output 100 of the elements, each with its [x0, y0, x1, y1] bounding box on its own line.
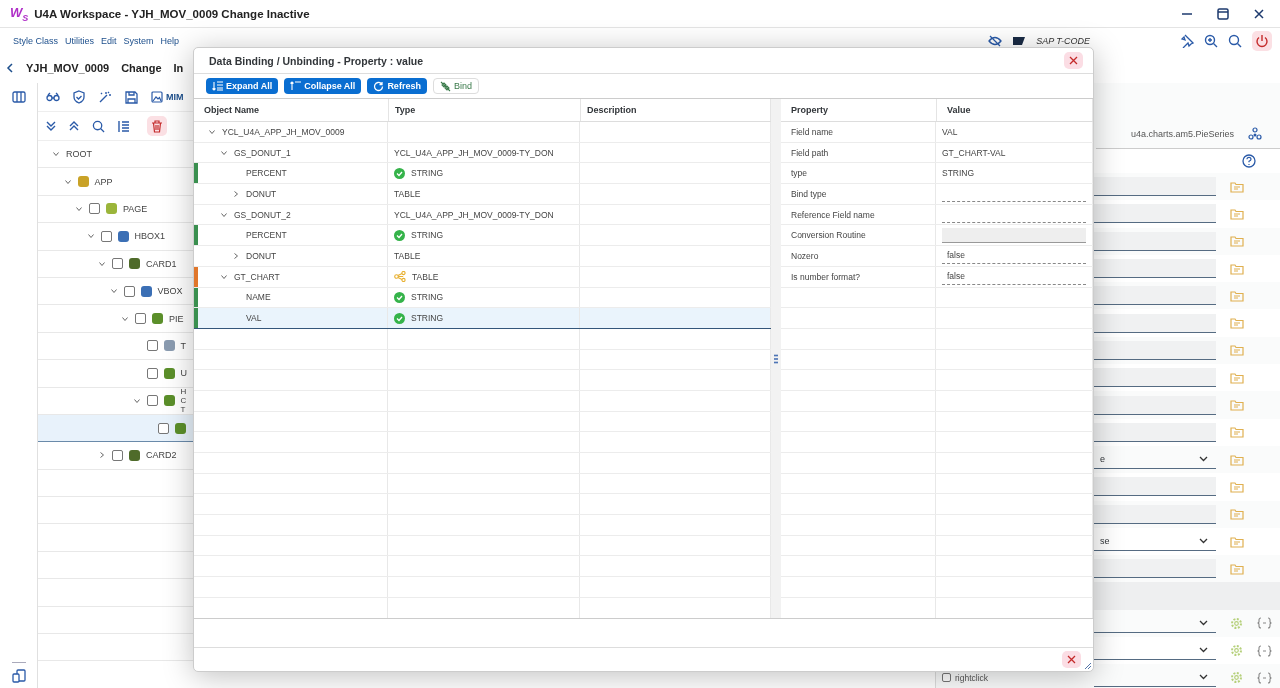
expand-button[interactable]: Expand All — [206, 78, 279, 94]
checkbox[interactable] — [146, 395, 158, 407]
checkbox[interactable] — [123, 285, 135, 297]
checkbox[interactable] — [146, 367, 158, 379]
pin-icon[interactable] — [1180, 33, 1194, 48]
chevron-down-icon[interactable] — [109, 287, 118, 296]
checkbox[interactable] — [89, 203, 100, 215]
checkbox[interactable] — [112, 258, 123, 270]
close-button[interactable] — [1062, 651, 1081, 668]
chevron-down-icon[interactable] — [132, 396, 141, 405]
input-field[interactable] — [1094, 422, 1216, 442]
magic-wand-icon[interactable] — [98, 90, 112, 104]
table-row[interactable]: PERCENT STRING — [194, 163, 771, 185]
tree-label: CARD2 — [146, 450, 177, 461]
close-icon[interactable] — [1252, 6, 1266, 21]
glasses-icon[interactable] — [46, 92, 60, 102]
input-field[interactable] — [1094, 395, 1216, 415]
columns-icon[interactable] — [11, 91, 26, 103]
input-field[interactable] — [1094, 204, 1216, 224]
input-field[interactable] — [1094, 477, 1216, 497]
table-row[interactable]: DONUT TABLE — [194, 184, 771, 205]
hidden-eye-icon[interactable] — [988, 34, 1003, 47]
tree-label: HBOX1 — [134, 231, 165, 242]
table-row[interactable]: GS_DONUT_1 YCL_U4A_APP_JH_MOV_0009-TY_DON — [194, 142, 771, 164]
list-tree-icon[interactable] — [118, 119, 130, 133]
app-logo: W$_{S}$ — [10, 4, 29, 23]
chevron-down-icon[interactable] — [220, 148, 228, 157]
collapse-all-icon[interactable] — [69, 120, 79, 132]
power-button[interactable] — [1252, 30, 1272, 51]
input-field[interactable] — [1094, 368, 1216, 388]
input-field[interactable] — [1094, 559, 1216, 579]
checkbox[interactable] — [942, 673, 951, 683]
menu-item[interactable]: Style Class — [13, 35, 58, 46]
save-icon[interactable] — [125, 90, 138, 104]
chevron-down-icon[interactable] — [75, 204, 83, 213]
chevron-down-icon[interactable] — [63, 177, 72, 186]
chevron-down-icon[interactable] — [52, 150, 60, 159]
search-icon[interactable] — [1228, 33, 1242, 48]
chevron-down-icon[interactable] — [220, 272, 228, 281]
chevron-right-icon[interactable] — [232, 189, 240, 198]
devices-icon[interactable] — [11, 662, 26, 683]
tcode-label: SAP T-CODE — [1036, 35, 1090, 46]
checkbox[interactable] — [112, 450, 123, 461]
chevron-right-icon[interactable] — [232, 251, 240, 260]
braces-icon[interactable] — [1257, 617, 1272, 630]
object-name: GS_DONUT_2 — [234, 209, 291, 220]
table-row[interactable]: PERCENT STRING — [194, 225, 771, 247]
input-field[interactable] — [1094, 286, 1216, 306]
help-icon[interactable] — [1242, 154, 1256, 168]
shield-icon[interactable] — [73, 90, 85, 104]
tree-label: U — [180, 368, 187, 379]
mime-button[interactable]: MIM — [151, 91, 184, 103]
zoom-in-icon[interactable] — [1204, 33, 1218, 48]
checkbox[interactable] — [146, 340, 158, 352]
input-field[interactable] — [1094, 231, 1216, 251]
search-icon[interactable] — [92, 119, 105, 133]
maximize-icon[interactable] — [1216, 6, 1230, 21]
table-row[interactable]: YCL_U4A_APP_JH_MOV_0009 — [194, 122, 771, 143]
input-field[interactable] — [1094, 340, 1216, 360]
property-name: Bind type — [791, 188, 827, 199]
collapse-button[interactable]: Collapse All — [284, 78, 362, 94]
check-circle-icon — [394, 167, 405, 179]
property-name: type — [791, 168, 808, 179]
braces-icon[interactable] — [1257, 644, 1272, 657]
input-field[interactable] — [1094, 177, 1216, 197]
bind-button[interactable]: Bind — [432, 78, 479, 94]
chevron-down-icon[interactable] — [220, 210, 228, 219]
table-row[interactable]: GS_DONUT_2 YCL_U4A_APP_JH_MOV_0009-TY_DON — [194, 204, 771, 226]
chevron-down-icon[interactable] — [208, 127, 216, 136]
chevron-down-icon[interactable] — [98, 259, 106, 268]
table-row[interactable]: VAL STRING — [194, 308, 771, 329]
checkbox[interactable] — [135, 313, 146, 325]
menu-item[interactable]: Help — [160, 35, 180, 46]
refresh-button[interactable]: Refresh — [367, 78, 427, 94]
checkbox[interactable] — [158, 422, 169, 434]
input-field[interactable] — [1094, 504, 1216, 524]
input-field[interactable] — [1094, 259, 1216, 279]
back-icon[interactable] — [6, 63, 14, 73]
input-field[interactable] — [1094, 313, 1216, 333]
expand-all-icon[interactable] — [46, 120, 56, 132]
input-field[interactable]: false — [942, 247, 1086, 264]
drag-handle-icon[interactable] — [774, 353, 778, 364]
chevron-down-icon[interactable] — [86, 232, 95, 241]
resize-handle-icon[interactable] — [1084, 662, 1092, 670]
table-row[interactable]: DONUT TABLE — [194, 246, 771, 267]
nodes-icon[interactable] — [1248, 127, 1262, 141]
type-text: YCL_U4A_APP_JH_MOV_0009-TY_DON — [394, 147, 554, 158]
checkbox[interactable] — [100, 230, 112, 242]
braces-icon[interactable] — [1257, 672, 1272, 684]
close-button[interactable] — [1064, 52, 1083, 69]
menu-item[interactable]: Utilities — [65, 35, 95, 46]
delete-button[interactable] — [147, 116, 167, 136]
chevron-down-icon[interactable] — [121, 314, 129, 323]
menu-item[interactable]: Edit — [101, 35, 117, 46]
object-name: DONUT — [246, 250, 277, 261]
menu-item[interactable]: System — [123, 35, 154, 46]
table-row[interactable]: GT_CHART TABLE — [194, 266, 771, 288]
property-name: Reference Field name — [791, 209, 875, 220]
chevron-right-icon[interactable] — [98, 451, 106, 460]
ui-element-icon — [77, 176, 89, 188]
